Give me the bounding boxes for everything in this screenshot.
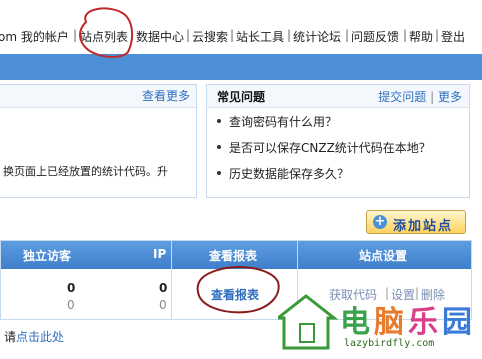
faq-item[interactable]: 是否可以保存CNZZ统计代码在本地？	[215, 139, 431, 165]
ip-yesterday: 0	[159, 298, 167, 312]
nav-separator: |	[403, 28, 408, 42]
plus-icon: +	[373, 214, 387, 229]
nav-webmaster-tools[interactable]: 站长工具	[236, 28, 284, 45]
nav-separator: |	[186, 28, 191, 42]
svg-text:乐: 乐	[408, 305, 438, 340]
faq-item[interactable]: 历史数据能保存多久？	[215, 165, 431, 191]
svg-text:脑: 脑	[374, 305, 404, 340]
faq-panel: 常见问题 提交问题 | 更多 查询密码有什么用？ 是否可以保存CNZZ统计代码在…	[206, 84, 470, 198]
bullet-icon	[217, 145, 221, 149]
nav-logout[interactable]: 登出	[441, 28, 465, 45]
nav-site-list[interactable]: 站点列表	[80, 28, 128, 45]
add-site-button[interactable]: + 添加站点	[366, 210, 466, 234]
add-site-label: 添加站点	[393, 219, 454, 234]
view-report-link[interactable]: 查看报表	[211, 286, 259, 303]
nav-separator: |	[73, 28, 78, 42]
table-header: 独立访客 IP 查看报表 站点设置	[1, 241, 471, 269]
faq-item-label: 是否可以保存CNZZ统计代码在本地？	[229, 141, 431, 155]
faq-links: 提交问题 | 更多	[378, 88, 462, 105]
nav-separator: |	[345, 28, 350, 42]
top-nav: om 我的帐户 | 站点列表 | 数据中心 | 云搜索 | 站长工具 | 统计论…	[0, 0, 482, 54]
faq-title: 常见问题	[217, 90, 266, 104]
announcement-more-link[interactable]: 查看更多	[142, 87, 190, 104]
nav-feedback[interactable]: 问题反馈	[351, 28, 399, 45]
faq-list: 查询密码有什么用？ 是否可以保存CNZZ统计代码在本地？ 历史数据能保存多久？	[215, 113, 431, 191]
faq-link-separator: |	[430, 90, 438, 104]
nav-separator: |	[287, 28, 292, 42]
bottom-hint: 请点击此处	[4, 328, 64, 345]
col-view-report: 查看报表	[209, 249, 258, 263]
nav-my-account[interactable]: om 我的帐户	[0, 28, 69, 45]
nav-data-center[interactable]: 数据中心	[136, 28, 184, 45]
faq-submit-link[interactable]: 提交问题	[378, 90, 426, 104]
announcement-panel: 查看更多 换页面上已经放置的统计代码。升	[0, 84, 197, 198]
col-ip: IP	[153, 247, 167, 261]
ip-today: 0	[159, 281, 168, 295]
faq-item-label: 查询密码有什么用？	[229, 115, 338, 129]
uv-yesterday: 0	[67, 298, 75, 312]
faq-item-label: 历史数据能保存多久？	[229, 167, 350, 181]
nav-help[interactable]: 帮助	[409, 28, 433, 45]
nav-separator: |	[130, 28, 135, 42]
nav-forum[interactable]: 统计论坛	[293, 28, 341, 45]
header-bar	[0, 54, 482, 80]
bullet-icon	[217, 119, 221, 123]
announcement-text: 换页面上已经放置的统计代码。升	[3, 165, 168, 178]
uv-today: 0	[67, 281, 76, 295]
faq-item[interactable]: 查询密码有什么用？	[215, 113, 431, 139]
nav-separator: |	[230, 28, 235, 42]
bottom-hint-prefix: 请	[4, 330, 17, 344]
nav-separator: |	[435, 28, 440, 42]
watermark-logo: 电 脑 乐 园 lazybirdfly.com	[273, 290, 482, 356]
column-divider	[171, 241, 172, 319]
col-unique-visitors: 独立访客	[23, 249, 72, 263]
nav-cloud-search[interactable]: 云搜索	[192, 28, 228, 45]
bullet-icon	[217, 171, 221, 175]
faq-more-link[interactable]: 更多	[438, 90, 462, 104]
click-here-link[interactable]: 点击此处	[16, 330, 64, 344]
watermark-url: lazybirdfly.com	[344, 338, 435, 349]
col-site-settings: 站点设置	[359, 249, 408, 263]
svg-text:电: 电	[340, 305, 370, 340]
svg-text:园: 园	[442, 305, 472, 340]
